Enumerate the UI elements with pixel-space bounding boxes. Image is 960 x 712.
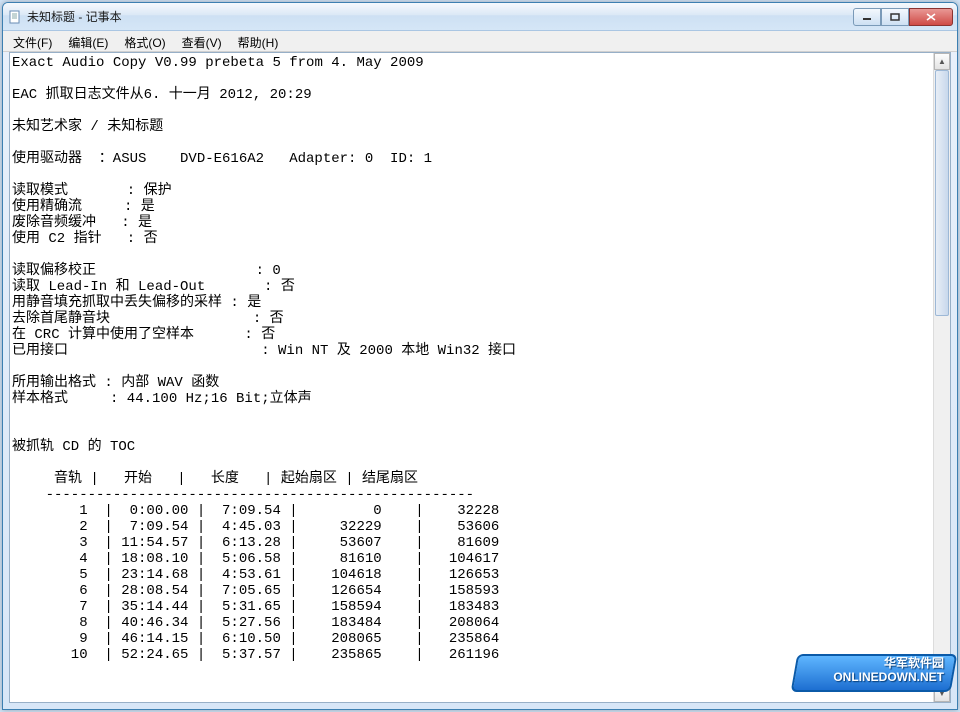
text-line: 2 | 7:09.54 | 4:45.03 | 32229 | 53606	[12, 519, 524, 535]
text-line: 未知艺术家 / 未知标题	[12, 119, 163, 135]
menu-edit[interactable]: 编辑(E)	[60, 31, 116, 51]
text-area[interactable]: Exact Audio Copy V0.99 prebeta 5 from 4.…	[12, 55, 932, 700]
watermark-line1: 华军软件园	[884, 656, 944, 670]
text-line: 9 | 46:14.15 | 6:10.50 | 208065 | 235864	[12, 631, 524, 647]
menu-help[interactable]: 帮助(H)	[230, 31, 287, 51]
watermark-text: 华军软件园 ONLINEDOWN.NET	[833, 656, 944, 684]
menu-file[interactable]: 文件(F)	[5, 31, 60, 51]
text-line: 6 | 28:08.54 | 7:05.65 | 126654 | 158593	[12, 583, 524, 599]
scroll-up-button[interactable]: ▲	[934, 53, 950, 70]
text-line: EAC 抓取日志文件从6. 十一月 2012, 20:29	[12, 87, 312, 103]
window-title: 未知标题 - 记事本	[27, 8, 853, 25]
text-line: 用静音填充抓取中丢失偏移的采样 : 是	[12, 295, 261, 311]
text-line: 在 CRC 计算中使用了空样本 : 否	[12, 327, 275, 343]
text-line: 3 | 11:54.57 | 6:13.28 | 53607 | 81609	[12, 535, 524, 551]
notepad-window: 未知标题 - 记事本 文件(F) 编辑(E) 格式(O) 查看(V) 帮助(H)…	[2, 2, 958, 710]
text-line: 所用输出格式 : 内部 WAV 函数	[12, 375, 219, 391]
menubar: 文件(F) 编辑(E) 格式(O) 查看(V) 帮助(H)	[3, 31, 957, 52]
scroll-track[interactable]	[934, 70, 950, 685]
text-line: 读取偏移校正 : 0	[12, 263, 281, 279]
scroll-thumb[interactable]	[935, 70, 949, 316]
titlebar[interactable]: 未知标题 - 记事本	[3, 3, 957, 31]
text-line: 8 | 40:46.34 | 5:27.56 | 183484 | 208064	[12, 615, 524, 631]
menu-format[interactable]: 格式(O)	[116, 31, 173, 51]
text-line: 音轨 | 开始 | 长度 | 起始扇区 | 结尾扇区	[12, 471, 426, 487]
text-line: 废除音频缓冲 : 是	[12, 215, 152, 231]
text-line: 使用驱动器 ：ASUS DVD-E616A2 Adapter: 0 ID: 1	[12, 151, 432, 167]
text-line: 样本格式 : 44.100 Hz;16 Bit;立体声	[12, 391, 312, 407]
vertical-scrollbar[interactable]: ▲ ▼	[933, 53, 950, 702]
text-line: 10 | 52:24.65 | 5:37.57 | 235865 | 26119…	[12, 647, 524, 663]
text-line: 4 | 18:08.10 | 5:06.58 | 81610 | 104617	[12, 551, 524, 567]
text-line: 已用接口 : Win NT 及 2000 本地 Win32 接口	[12, 343, 516, 359]
text-line: 使用 C2 指针 : 否	[12, 231, 158, 247]
text-line: 使用精确流 : 是	[12, 199, 155, 215]
watermark-line2: ONLINEDOWN.NET	[833, 670, 944, 684]
text-line: ----------------------------------------…	[12, 487, 474, 503]
text-line: 读取模式 : 保护	[12, 183, 172, 199]
text-line: 被抓轨 CD 的 TOC	[12, 439, 135, 455]
close-button[interactable]	[909, 8, 953, 26]
maximize-button[interactable]	[881, 8, 909, 26]
text-line: 读取 Lead-In 和 Lead-Out : 否	[12, 279, 295, 295]
text-line: Exact Audio Copy V0.99 prebeta 5 from 4.…	[12, 55, 424, 71]
client-area: Exact Audio Copy V0.99 prebeta 5 from 4.…	[9, 52, 951, 703]
text-line: 7 | 35:14.44 | 5:31.65 | 158594 | 183483	[12, 599, 524, 615]
text-line: 去除首尾静音块 : 否	[12, 311, 284, 327]
app-icon	[7, 9, 23, 25]
minimize-button[interactable]	[853, 8, 881, 26]
window-controls	[853, 8, 953, 26]
watermark-badge: 华军软件园 ONLINEDOWN.NET	[794, 648, 954, 704]
menu-view[interactable]: 查看(V)	[174, 31, 230, 51]
text-line: 5 | 23:14.68 | 4:53.61 | 104618 | 126653	[12, 567, 524, 583]
text-line: 1 | 0:00.00 | 7:09.54 | 0 | 32228	[12, 503, 524, 519]
